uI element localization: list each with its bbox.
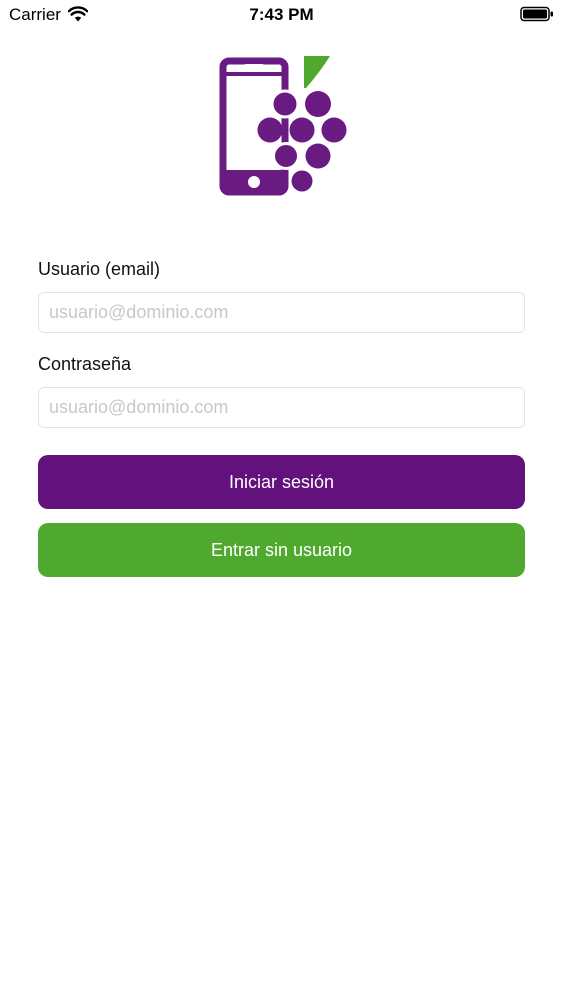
password-field[interactable]: [38, 387, 525, 428]
app-logo: [219, 56, 347, 196]
password-field-label: Contraseña: [38, 354, 132, 374]
email-field[interactable]: [38, 292, 525, 333]
clock: 7:43 PM: [249, 5, 314, 24]
leaf-icon: [304, 56, 330, 88]
login-button[interactable]: Iniciar sesión: [38, 455, 525, 509]
guest-login-button[interactable]: Entrar sin usuario: [38, 523, 525, 577]
user-field-label: Usuario (email): [38, 259, 161, 279]
status-bar: Carrier 7:43 PM: [0, 0, 563, 30]
battery-icon: [520, 6, 553, 22]
login-screen: Carrier 7:43 PM Usuario (email) usuario@…: [0, 0, 563, 1000]
